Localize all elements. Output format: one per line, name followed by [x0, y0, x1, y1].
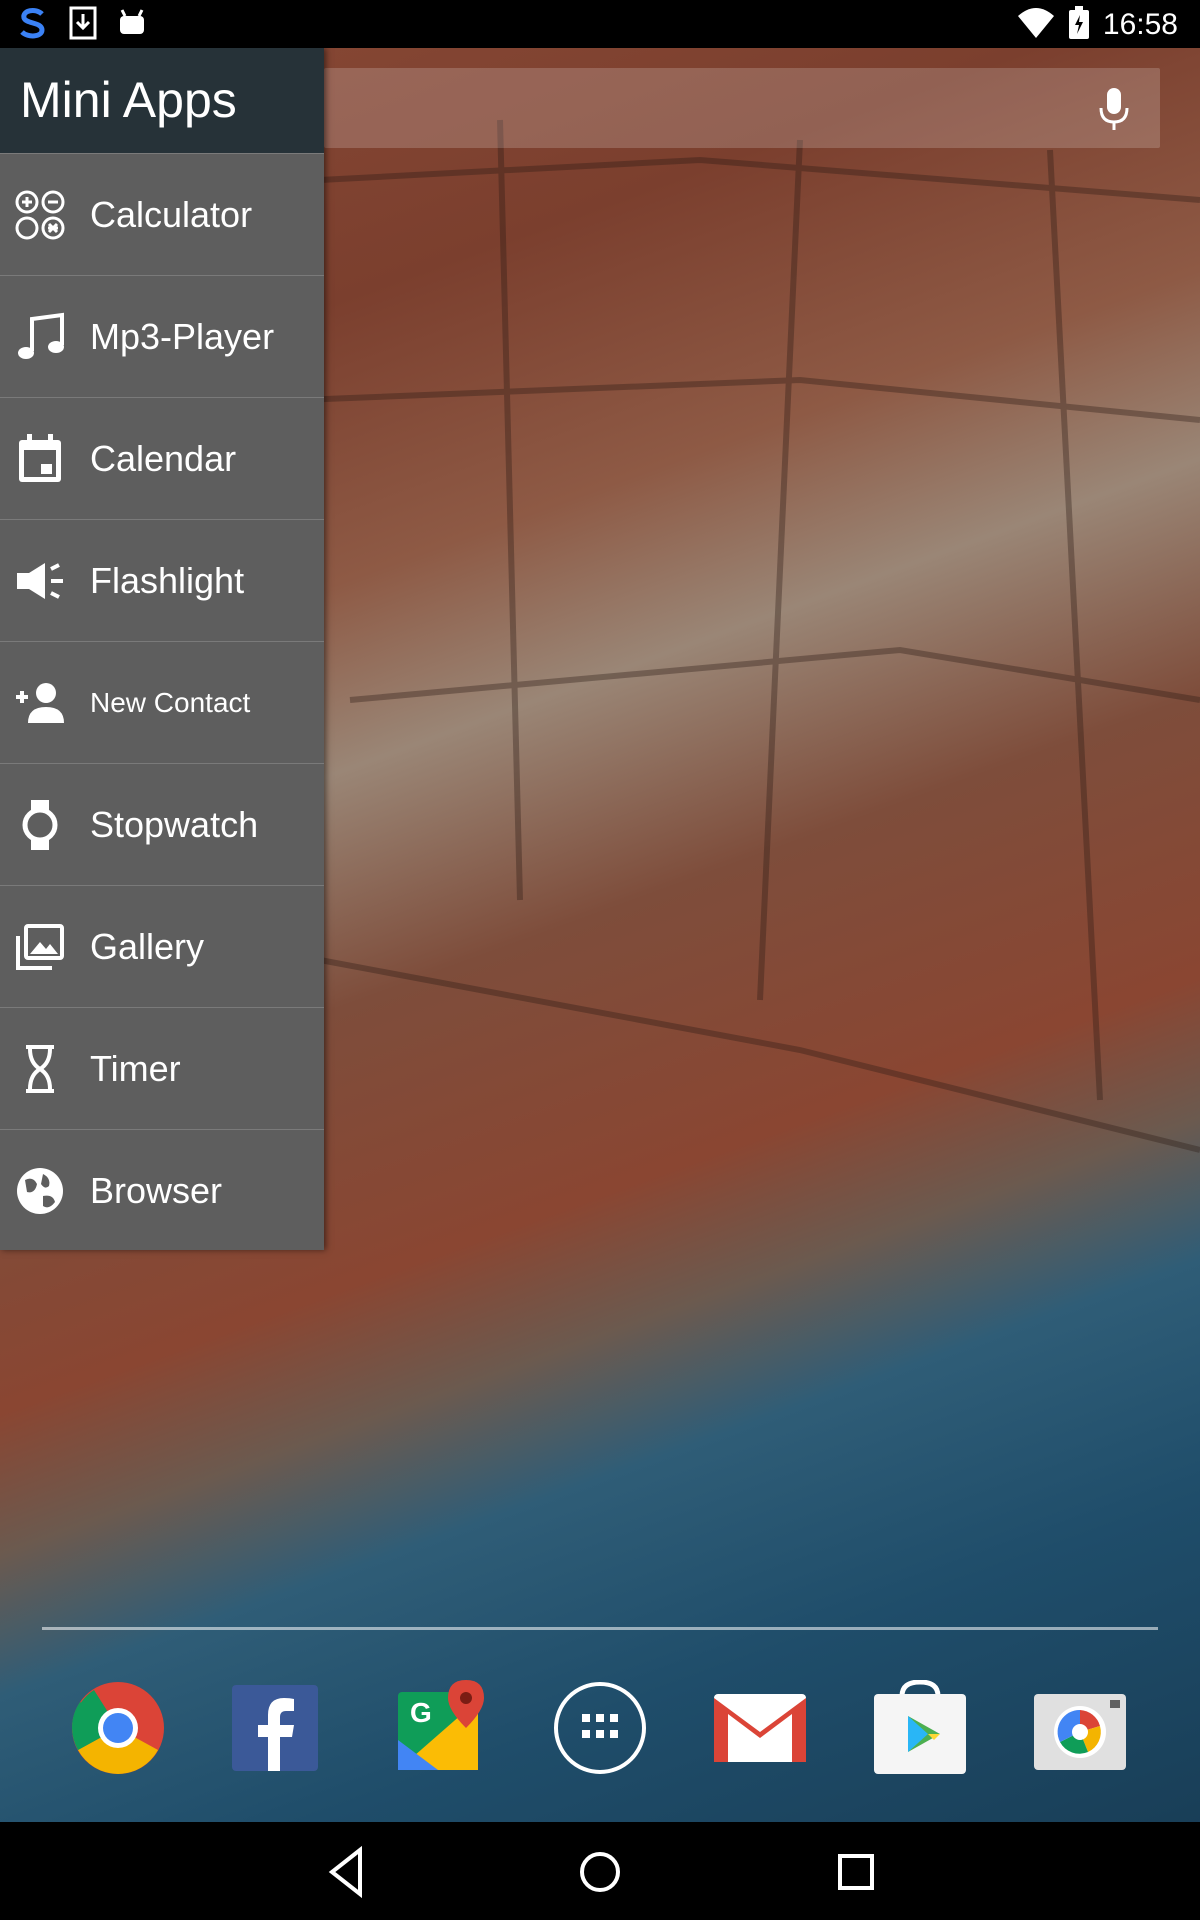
navigation-bar	[0, 1822, 1200, 1920]
drawer-title: Mini Apps	[0, 48, 324, 153]
drawer-item-flashlight[interactable]: Flashlight	[0, 519, 324, 641]
hourglass-icon	[12, 1041, 68, 1097]
status-bar: 16:58	[0, 0, 1200, 48]
drawer-item-calendar[interactable]: Calendar	[0, 397, 324, 519]
drawer-item-label: Stopwatch	[90, 803, 259, 845]
drawer-item-stopwatch[interactable]: Stopwatch	[0, 763, 324, 885]
chrome-icon[interactable]	[70, 1680, 166, 1776]
drawer-item-label: Calculator	[90, 193, 253, 235]
add-person-icon	[12, 675, 68, 731]
drawer-item-label: Gallery	[90, 925, 205, 967]
drawer-item-label: Flashlight	[90, 559, 245, 601]
drawer-item-new-contact[interactable]: New Contact	[0, 641, 324, 763]
mic-icon[interactable]	[1098, 86, 1130, 137]
s-app-icon	[16, 6, 50, 45]
drawer-item-gallery[interactable]: Gallery	[0, 885, 324, 1007]
download-icon	[68, 6, 98, 45]
facebook-icon[interactable]	[232, 1680, 318, 1776]
status-time: 16:58	[1102, 8, 1178, 41]
recents-icon[interactable]	[828, 1844, 884, 1900]
back-icon[interactable]	[320, 1844, 376, 1900]
drawer-item-label: New Contact	[90, 686, 251, 718]
camera-icon[interactable]	[1032, 1680, 1128, 1776]
svg-text:G: G	[410, 1697, 432, 1728]
drawer-item-label: Mp3-Player	[90, 315, 275, 357]
app-dock: G	[0, 1679, 1200, 1780]
drawer-item-label: Calendar	[90, 437, 237, 479]
globe-icon	[12, 1163, 68, 1219]
home-icon[interactable]	[572, 1844, 628, 1900]
gmail-icon[interactable]	[712, 1680, 808, 1776]
mini-apps-drawer: Mini Apps Calculator Mp3-Player Calendar…	[0, 48, 324, 1250]
drawer-item-timer[interactable]: Timer	[0, 1007, 324, 1129]
drawer-item-calculator[interactable]: Calculator	[0, 153, 324, 275]
calendar-icon	[12, 431, 68, 487]
battery-icon	[1068, 6, 1090, 45]
all-apps-icon[interactable]	[552, 1680, 648, 1776]
wifi-icon	[1016, 6, 1056, 45]
maps-icon[interactable]: G	[398, 1680, 488, 1776]
dock-divider	[42, 1627, 1158, 1630]
drawer-item-label: Timer	[90, 1047, 181, 1089]
drawer-item-label: Browser	[90, 1169, 223, 1211]
drawer-item-browser[interactable]: Browser	[0, 1129, 324, 1251]
search-bar[interactable]	[324, 68, 1160, 148]
watch-icon	[12, 797, 68, 853]
play-store-icon[interactable]	[872, 1679, 968, 1776]
music-note-icon	[12, 309, 68, 365]
flashlight-icon	[12, 553, 68, 609]
drawer-item-mp3-player[interactable]: Mp3-Player	[0, 275, 324, 397]
gallery-icon	[12, 919, 68, 975]
android-icon	[116, 6, 148, 45]
calculator-icon	[12, 187, 68, 243]
